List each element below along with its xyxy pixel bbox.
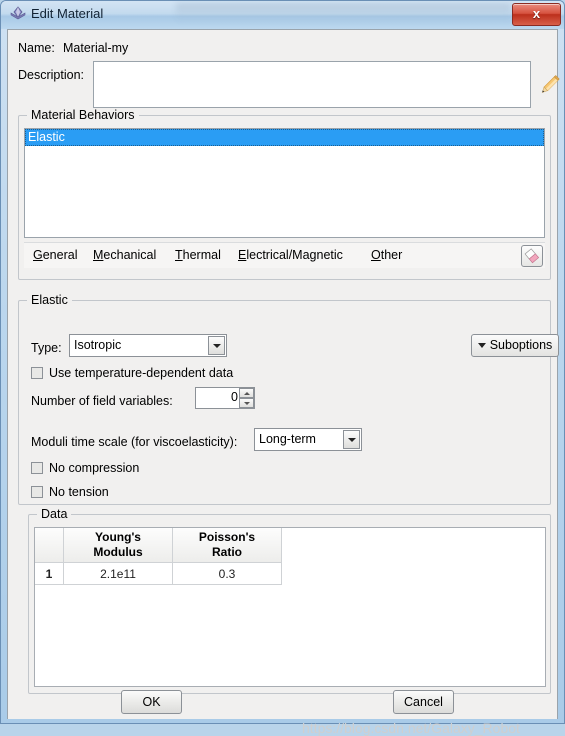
- menu-thermal[interactable]: Thermal: [175, 248, 221, 262]
- stepper-down-icon[interactable]: [239, 398, 254, 408]
- header-line-1: Poisson's: [198, 530, 256, 544]
- menu-general[interactable]: General: [33, 248, 77, 262]
- checkbox-box[interactable]: [31, 462, 43, 474]
- no-compression-checkbox[interactable]: No compression: [31, 461, 139, 475]
- menu-other[interactable]: Other: [371, 248, 402, 262]
- elastic-type-select[interactable]: Isotropic: [69, 334, 227, 357]
- material-behaviors-title: Material Behaviors: [27, 108, 139, 122]
- material-name-value: Material-my: [63, 41, 129, 55]
- watermark-text: https://blog.csdn.net/Galaxy_Robot: [302, 720, 520, 736]
- dialog-client-area: Name: Material-my Description: Material …: [7, 29, 560, 736]
- list-item[interactable]: Elastic: [25, 129, 544, 146]
- menu-electrical-magnetic[interactable]: Electrical/Magnetic: [238, 248, 343, 262]
- moduli-time-scale-label: Moduli time scale (for viscoelasticity):: [31, 435, 238, 449]
- poissons-ratio-cell[interactable]: 0.3: [172, 562, 282, 585]
- elastic-type-value: Isotropic: [74, 338, 122, 352]
- header-line-1: Young's: [95, 530, 141, 544]
- eraser-icon[interactable]: [521, 245, 543, 267]
- description-input[interactable]: [93, 61, 531, 108]
- name-label: Name:: [18, 41, 55, 55]
- cancel-button[interactable]: Cancel: [393, 690, 454, 714]
- chevron-down-icon[interactable]: [343, 430, 360, 449]
- data-table-wrapper[interactable]: Young's Modulus Poisson's Ratio 1 2.1e11…: [34, 527, 546, 687]
- number-of-field-variables-label: Number of field variables:: [31, 394, 173, 408]
- material-behaviors-group: Material Behaviors Elastic General Mecha…: [18, 108, 551, 280]
- elastic-group: Elastic Type: Isotropic Suboptions Use t…: [18, 293, 559, 505]
- ok-button[interactable]: OK: [121, 690, 182, 714]
- pencil-icon[interactable]: [535, 71, 563, 99]
- caret-down-icon: [477, 343, 486, 349]
- window-title: Edit Material: [31, 6, 104, 21]
- field-variables-value: 0: [231, 390, 238, 404]
- use-temperature-dependent-data-checkbox[interactable]: Use temperature-dependent data: [31, 366, 233, 380]
- material-behaviors-list[interactable]: Elastic: [24, 128, 545, 238]
- description-label: Description:: [18, 68, 84, 82]
- suboptions-button[interactable]: Suboptions: [471, 334, 559, 357]
- moduli-time-scale-select[interactable]: Long-term: [254, 428, 362, 451]
- type-label: Type:: [31, 341, 62, 355]
- row-number-cell: 1: [35, 562, 64, 585]
- table-row[interactable]: 1 2.1e11 0.3: [35, 562, 282, 585]
- checkbox-box[interactable]: [31, 367, 43, 379]
- youngs-modulus-header: Young's Modulus: [63, 528, 173, 563]
- header-line-2: Modulus: [93, 545, 143, 559]
- stepper-buttons[interactable]: [239, 388, 254, 408]
- checkbox-label: Use temperature-dependent data: [49, 366, 234, 380]
- number-of-field-variables-stepper[interactable]: 0: [195, 387, 255, 409]
- menu-mechanical[interactable]: Mechanical: [93, 248, 156, 262]
- data-group-title: Data: [37, 507, 72, 521]
- close-button[interactable]: x: [512, 3, 561, 26]
- data-group: Data Young's Modulus Poisson's Ratio 1 2…: [28, 507, 551, 694]
- chevron-down-icon[interactable]: [208, 336, 225, 355]
- behaviors-menu-bar: General Mechanical Thermal Electrical/Ma…: [24, 242, 545, 268]
- title-bar: Edit Material x: [1, 1, 564, 29]
- edit-material-window: Edit Material x Name: Material-my Descri…: [0, 0, 565, 736]
- row-number-header: [35, 528, 64, 563]
- moduli-time-scale-value: Long-term: [259, 432, 316, 446]
- elastic-group-title: Elastic: [27, 293, 72, 307]
- suboptions-label: Suboptions: [489, 338, 553, 352]
- poissons-ratio-header: Poisson's Ratio: [172, 528, 282, 563]
- abaqus-diamond-icon: [10, 6, 26, 20]
- checkbox-label: No compression: [49, 461, 140, 475]
- checkbox-label: No tension: [49, 485, 109, 499]
- material-data-table[interactable]: Young's Modulus Poisson's Ratio 1 2.1e11…: [35, 528, 282, 585]
- no-tension-checkbox[interactable]: No tension: [31, 485, 109, 499]
- youngs-modulus-cell[interactable]: 2.1e11: [63, 562, 173, 585]
- aero-glass-blur: [176, 3, 511, 23]
- header-line-2: Ratio: [212, 545, 242, 559]
- stepper-up-icon[interactable]: [239, 388, 254, 398]
- table-header-row: Young's Modulus Poisson's Ratio: [35, 528, 282, 563]
- checkbox-box[interactable]: [31, 486, 43, 498]
